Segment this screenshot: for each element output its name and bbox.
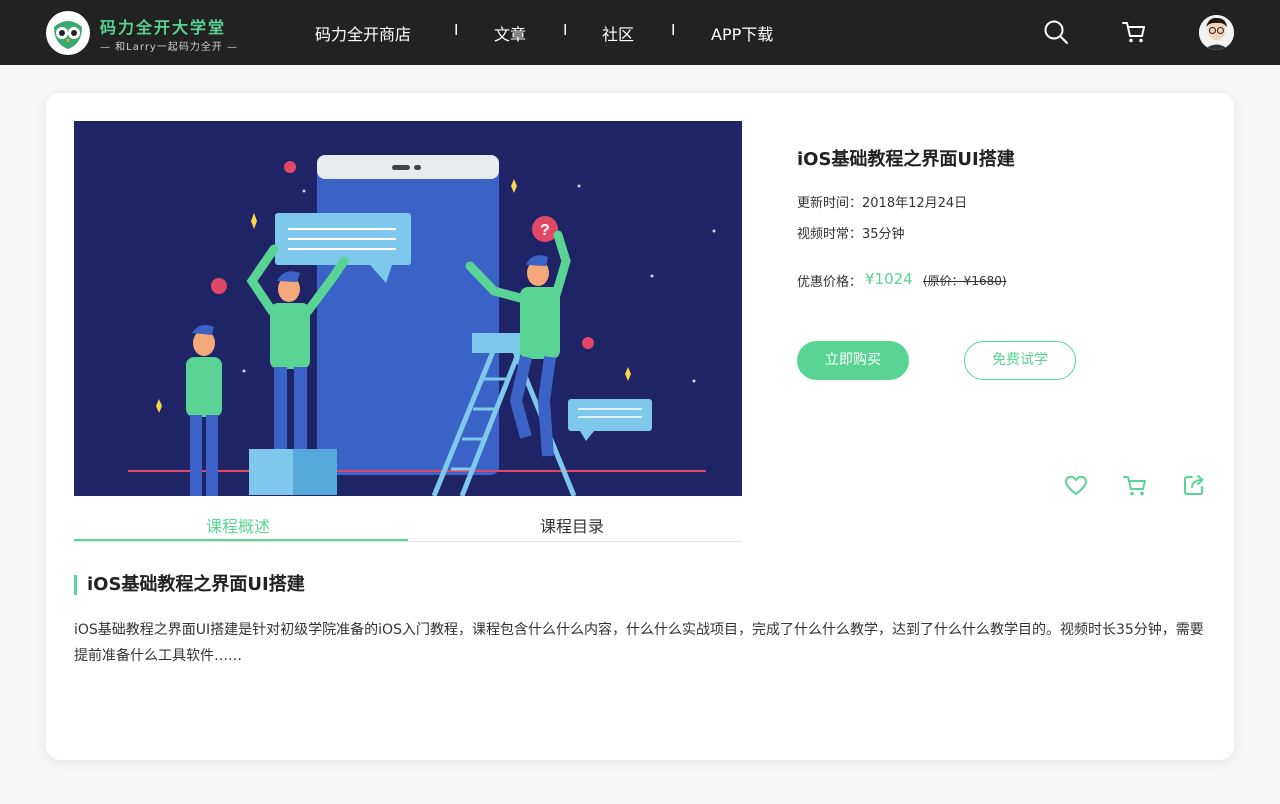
tab-overview[interactable]: 课程概述: [206, 513, 270, 537]
brand-slogan: — 和Larry一起码力全开 —: [100, 42, 239, 53]
heart-icon[interactable]: [1063, 472, 1089, 498]
price-label: 优惠价格：: [797, 275, 863, 290]
course-card: ? iOS基础教程之界面UI搭建 更新时间：2018年12月24日 视频时常：3…: [46, 93, 1234, 760]
discount-price: ¥1024: [865, 270, 913, 288]
brand-name[interactable]: 码力全开大学堂: [100, 14, 226, 38]
add-to-cart-icon[interactable]: [1122, 472, 1148, 498]
video-duration-value: 35分钟: [862, 227, 905, 242]
course-cover-illustration: ?: [74, 121, 742, 497]
nav-app-download[interactable]: APP下载: [711, 21, 773, 45]
nav-community[interactable]: 社区: [602, 21, 634, 45]
nav-store[interactable]: 码力全开商店: [315, 21, 411, 45]
user-avatar[interactable]: [1199, 15, 1234, 50]
nav-articles[interactable]: 文章: [494, 21, 526, 45]
nav-separator: I: [563, 21, 568, 39]
nav-separator: I: [671, 21, 676, 39]
owl-logo-icon[interactable]: [46, 11, 90, 55]
svg-text:?: ?: [540, 222, 550, 239]
free-trial-button[interactable]: 免费试学: [964, 341, 1076, 380]
update-time: 更新时间：2018年12月24日: [797, 192, 967, 211]
share-icon[interactable]: [1181, 472, 1207, 498]
top-navigation-bar: 码力全开大学堂 — 和Larry一起码力全开 — 码力全开商店 I 文章 I 社…: [0, 0, 1280, 65]
course-tabs: 课程概述 课程目录: [74, 503, 742, 542]
tab-catalog[interactable]: 课程目录: [540, 513, 604, 537]
overview-description: iOS基础教程之界面UI搭建是针对初级学院准备的iOS入门教程，课程包含什么什么…: [74, 622, 1204, 664]
overview-heading: iOS基础教程之界面UI搭建: [74, 575, 305, 595]
video-duration: 视频时常：35分钟: [797, 223, 905, 242]
course-title: iOS基础教程之界面UI搭建: [797, 149, 1015, 170]
search-icon[interactable]: [1043, 19, 1069, 45]
video-duration-label: 视频时常：: [797, 227, 863, 242]
update-time-label: 更新时间：: [797, 196, 863, 211]
cart-icon[interactable]: [1121, 19, 1147, 45]
nav-separator: I: [454, 21, 459, 39]
original-price: (原价：¥1680): [923, 274, 1007, 288]
buy-now-button[interactable]: 立即购买: [797, 341, 909, 380]
update-time-value: 2018年12月24日: [862, 196, 968, 211]
active-tab-indicator: [74, 539, 408, 541]
